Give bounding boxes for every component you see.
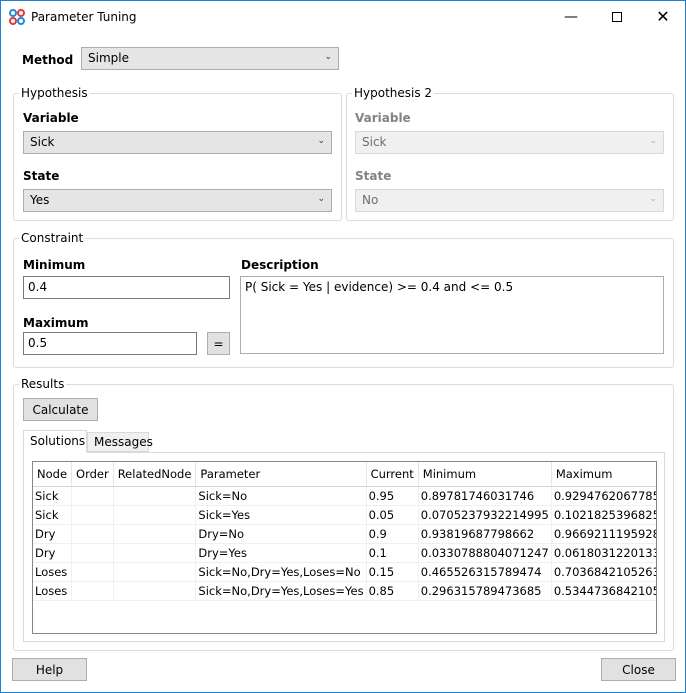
table-cell: 0.89781746031746 xyxy=(418,486,552,506)
chevron-down-icon: ⌄ xyxy=(649,136,657,146)
table-cell xyxy=(71,581,114,601)
table-cell: Sick xyxy=(33,486,73,506)
minimum-input[interactable]: 0.4 xyxy=(23,276,230,299)
column-header-parameter[interactable]: Parameter xyxy=(195,462,367,487)
table-cell: Dry=Yes xyxy=(195,543,367,563)
table-row[interactable]: Sick Sick=No 0.95 0.89781746031746 0.9294762… xyxy=(33,486,656,506)
table-cell: 0.15 xyxy=(366,562,419,582)
constraint-legend: Constraint xyxy=(19,231,86,245)
table-cell xyxy=(71,486,114,506)
table-cell: 0.9 xyxy=(366,524,419,544)
table-cell: 0.465526315789474 xyxy=(418,562,552,582)
table-cell: Loses xyxy=(33,581,73,601)
results-legend: Results xyxy=(19,377,67,391)
help-button[interactable]: Help xyxy=(12,658,87,681)
state-label: State xyxy=(23,169,60,183)
column-header-order[interactable]: Order xyxy=(71,462,114,487)
table-cell: Sick=No xyxy=(195,486,367,506)
equals-button[interactable]: = xyxy=(207,332,230,355)
table-cell: 0.929476206778501 xyxy=(551,486,656,506)
variable-label: Variable xyxy=(23,111,79,125)
table-cell: 0.703684210526316 xyxy=(551,562,656,582)
column-header-node[interactable]: Node xyxy=(33,462,73,487)
state2-label: State xyxy=(355,169,392,183)
variable-value: Sick xyxy=(30,135,55,149)
window-title: Parameter Tuning xyxy=(31,10,137,24)
table-cell: 0.1 xyxy=(366,543,419,563)
table-cell xyxy=(71,505,114,525)
chevron-down-icon: ⌄ xyxy=(317,136,325,146)
table-cell: 0.534473684210527 xyxy=(551,581,656,601)
app-logo-icon xyxy=(9,9,25,25)
table-cell: 0.966921119592875 xyxy=(551,524,656,544)
variable2-value: Sick xyxy=(362,135,387,149)
table-cell xyxy=(71,562,114,582)
table-cell xyxy=(113,524,197,544)
state2-select: No ⌄ xyxy=(355,189,664,212)
table-cell: Sick=No,Dry=Yes,Loses=Yes xyxy=(195,581,367,601)
table-row[interactable]: Loses Sick=No,Dry=Yes,Loses=Yes 0.85 0.2963… xyxy=(33,581,656,601)
column-header-relatednode[interactable]: RelatedNode xyxy=(113,462,197,487)
table-cell: 0.93819687798662 xyxy=(418,524,552,544)
table-cell: 0.0330788804071247 xyxy=(418,543,552,563)
minimum-label: Minimum xyxy=(23,258,86,272)
table-cell: 0.296315789473685 xyxy=(418,581,552,601)
table-cell xyxy=(113,505,197,525)
tab-solutions[interactable]: Solutions xyxy=(23,430,87,453)
chevron-down-icon: ⌄ xyxy=(324,52,332,62)
maximize-icon xyxy=(612,11,622,22)
variable-select[interactable]: Sick ⌄ xyxy=(23,131,332,154)
table-cell: Dry xyxy=(33,543,73,563)
table-cell: Dry xyxy=(33,524,73,544)
table-cell: 0.0618031220133801 xyxy=(551,543,656,563)
column-header-maximum[interactable]: Maximum xyxy=(551,462,656,487)
state-value: Yes xyxy=(30,193,50,207)
chevron-down-icon: ⌄ xyxy=(649,194,657,204)
variable2-label: Variable xyxy=(355,111,411,125)
close-button[interactable]: Close xyxy=(601,658,676,681)
hypothesis2-legend: Hypothesis 2 xyxy=(352,86,435,100)
method-value: Simple xyxy=(88,51,129,65)
solutions-table: Node Order RelatedNode Parameter Current Mini… xyxy=(32,461,657,634)
table-cell: 0.10218253968254 xyxy=(551,505,656,525)
table-cell: Sick=No,Dry=Yes,Loses=No xyxy=(195,562,367,582)
table-cell: 0.05 xyxy=(366,505,419,525)
description-text[interactable]: P( Sick = Yes | evidence) >= 0.4 and <= … xyxy=(240,276,664,354)
table-cell: 0.85 xyxy=(366,581,419,601)
table-cell xyxy=(71,543,114,563)
table-row[interactable]: Dry Dry=No 0.9 0.93819687798662 0.9669211195… xyxy=(33,524,656,544)
calculate-button[interactable]: Calculate xyxy=(23,398,98,421)
table-cell xyxy=(113,486,197,506)
maximum-input[interactable]: 0.5 xyxy=(23,332,197,355)
column-header-minimum[interactable]: Minimum xyxy=(418,462,552,487)
method-label: Method xyxy=(22,53,74,67)
table-cell: Sick xyxy=(33,505,73,525)
maximize-button[interactable] xyxy=(594,1,640,32)
state-select[interactable]: Yes ⌄ xyxy=(23,189,332,212)
table-row[interactable]: Loses Sick=No,Dry=Yes,Loses=No 0.15 0.46552… xyxy=(33,562,656,582)
column-header-current[interactable]: Current xyxy=(366,462,419,487)
table-cell: 0.95 xyxy=(366,486,419,506)
table-cell xyxy=(113,562,197,582)
table-cell: Dry=No xyxy=(195,524,367,544)
hypothesis-legend: Hypothesis xyxy=(19,86,90,100)
chevron-down-icon: ⌄ xyxy=(317,194,325,204)
table-cell: Sick=Yes xyxy=(195,505,367,525)
state2-value: No xyxy=(362,193,379,207)
table-cell: Loses xyxy=(33,562,73,582)
variable2-select: Sick ⌄ xyxy=(355,131,664,154)
table-row[interactable]: Sick Sick=Yes 0.05 0.0705237932214995 0.1021… xyxy=(33,505,656,525)
tab-messages[interactable]: Messages xyxy=(87,432,153,452)
table-cell xyxy=(113,543,197,563)
close-window-button[interactable]: ✕ xyxy=(640,1,686,32)
parameter-tuning-window: Parameter Tuning — ✕ Method Simple ⌄ Hypo… xyxy=(0,0,686,693)
table-cell xyxy=(113,581,197,601)
table-cell: 0.0705237932214995 xyxy=(418,505,552,525)
maximum-label: Maximum xyxy=(23,316,89,330)
table-cell xyxy=(71,524,114,544)
table-row[interactable]: Dry Dry=Yes 0.1 0.0330788804071247 0.0618031… xyxy=(33,543,656,563)
minimize-button[interactable]: — xyxy=(548,1,594,32)
method-select[interactable]: Simple ⌄ xyxy=(81,47,339,70)
description-label: Description xyxy=(241,258,319,272)
